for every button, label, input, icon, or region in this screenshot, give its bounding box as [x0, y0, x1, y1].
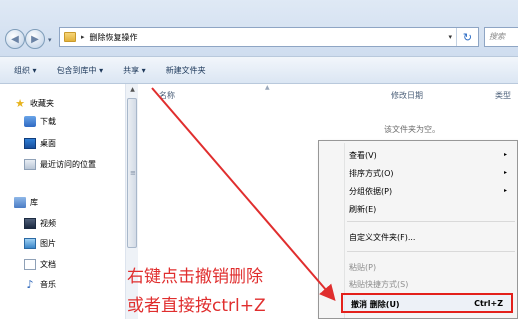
address-bar-row: ◀ ▶ ▾ ▸ 删除恢复操作 ▾ ↻ 搜索	[0, 0, 518, 56]
breadcrumb-separator-icon[interactable]: ▸	[81, 33, 85, 41]
scrollbar-thumb[interactable]: ≡	[127, 98, 137, 248]
context-menu: 查看(V) ▸ 排序方式(O) ▸ 分组依据(P) ▸ 刷新(E) 自定义文件夹…	[318, 140, 518, 319]
menu-item-label: 刷新(E)	[349, 205, 377, 214]
menu-item-paste[interactable]: 粘贴(P)	[319, 259, 517, 273]
menu-item-paste-shortcut[interactable]: 粘贴快捷方式(S)	[319, 276, 517, 290]
forward-arrow-icon: ▶	[31, 33, 39, 45]
menu-item-label: 分组依据(P)	[349, 187, 393, 196]
sidebar-item-label: 图片	[40, 239, 56, 248]
recent-pages-dropdown-icon[interactable]: ▾	[48, 36, 52, 44]
breadcrumb-current-folder[interactable]: 删除恢复操作	[90, 32, 138, 43]
annotation-text-line2: 或者直接按ctrl+Z	[127, 296, 266, 316]
annotation-text-line1: 右键点击撤销删除	[127, 267, 263, 287]
pictures-library-icon	[24, 238, 36, 249]
sidebar-item-pictures[interactable]: 图片	[24, 238, 56, 249]
search-input[interactable]: 搜索	[484, 27, 518, 47]
sidebar-item-documents[interactable]: 文档	[24, 259, 56, 270]
star-icon: ★	[15, 97, 25, 110]
documents-library-icon	[24, 259, 36, 270]
music-library-icon: ♪	[26, 278, 34, 291]
submenu-arrow-icon: ▸	[503, 151, 507, 158]
back-button[interactable]: ◀	[5, 29, 25, 49]
submenu-arrow-icon: ▸	[503, 169, 507, 176]
menu-item-label: 查看(V)	[349, 151, 377, 160]
column-header-name[interactable]: 名称	[159, 90, 175, 101]
sidebar-libraries-label: 库	[30, 198, 38, 207]
menu-item-label: 撤消 删除(U)	[351, 300, 400, 309]
menu-item-label: 自定义文件夹(F)...	[349, 233, 416, 242]
sidebar-libraries-header[interactable]: 库	[14, 197, 38, 208]
video-library-icon	[24, 218, 36, 229]
scroll-up-arrow-icon[interactable]: ▲	[126, 86, 139, 96]
address-field[interactable]: ▸ 删除恢复操作 ▾ ↻	[59, 27, 479, 47]
sidebar-item-label: 音乐	[40, 280, 56, 289]
sidebar-item-label: 文档	[40, 260, 56, 269]
organize-menu-button[interactable]: 组织 ▾	[14, 65, 37, 76]
sidebar-item-label: 下载	[40, 117, 56, 126]
command-toolbar: 组织 ▾ 包含到库中 ▾ 共享 ▾ 新建文件夹	[0, 56, 518, 84]
address-history-dropdown-icon[interactable]: ▾	[448, 28, 452, 46]
menu-item-sort-by[interactable]: 排序方式(O) ▸	[319, 165, 517, 179]
menu-item-shortcut: Ctrl+Z	[474, 299, 503, 308]
forward-button[interactable]: ▶	[25, 29, 45, 49]
sidebar-item-label: 桌面	[40, 139, 56, 148]
menu-item-refresh[interactable]: 刷新(E)	[319, 201, 517, 215]
download-folder-icon	[24, 116, 36, 127]
menu-item-customize-folder[interactable]: 自定义文件夹(F)...	[319, 229, 517, 243]
recent-places-icon	[24, 159, 36, 170]
back-arrow-icon: ◀	[11, 33, 19, 45]
menu-item-label: 粘贴快捷方式(S)	[349, 280, 409, 289]
sidebar-favorites-label: 收藏夹	[30, 99, 54, 108]
scroll-grip-icon: ≡	[130, 169, 136, 177]
submenu-arrow-icon: ▸	[503, 187, 507, 194]
menu-separator	[347, 251, 515, 252]
desktop-icon	[24, 138, 36, 149]
menu-separator	[347, 221, 515, 222]
sidebar-item-music[interactable]: ♪ 音乐	[24, 279, 56, 290]
library-icon	[14, 197, 26, 208]
sidebar-item-recent-places[interactable]: 最近访问的位置	[24, 159, 96, 170]
menu-item-group-by[interactable]: 分组依据(P) ▸	[319, 183, 517, 197]
column-header-type[interactable]: 类型	[495, 90, 511, 101]
sidebar-item-downloads[interactable]: 下载	[24, 116, 56, 127]
folder-icon	[64, 32, 76, 42]
sidebar-item-videos[interactable]: 视频	[24, 218, 56, 229]
refresh-button[interactable]: ↻	[456, 28, 478, 46]
sort-indicator-icon: ▲	[265, 84, 270, 91]
include-in-library-button[interactable]: 包含到库中 ▾	[57, 65, 104, 76]
empty-folder-message: 该文件夹为空。	[384, 125, 440, 134]
column-header-date-modified[interactable]: 修改日期	[391, 90, 423, 101]
menu-item-label: 粘贴(P)	[349, 263, 377, 272]
navigation-pane: ★ 收藏夹 下载 桌面 最近访问的位置 库 视频 图片 文档 ♪ 音乐 ▲ ≡	[0, 84, 138, 319]
share-with-button[interactable]: 共享 ▾	[123, 65, 146, 76]
menu-item-view[interactable]: 查看(V) ▸	[319, 147, 517, 161]
sidebar-item-label: 视频	[40, 219, 56, 228]
sidebar-item-label: 最近访问的位置	[40, 160, 96, 169]
menu-item-undo-delete[interactable]: 撤消 删除(U) Ctrl+Z	[341, 293, 513, 313]
sidebar-favorites-header[interactable]: ★ 收藏夹	[14, 98, 54, 109]
new-folder-button[interactable]: 新建文件夹	[166, 65, 206, 76]
menu-item-label: 排序方式(O)	[349, 169, 394, 178]
sidebar-item-desktop[interactable]: 桌面	[24, 138, 56, 149]
